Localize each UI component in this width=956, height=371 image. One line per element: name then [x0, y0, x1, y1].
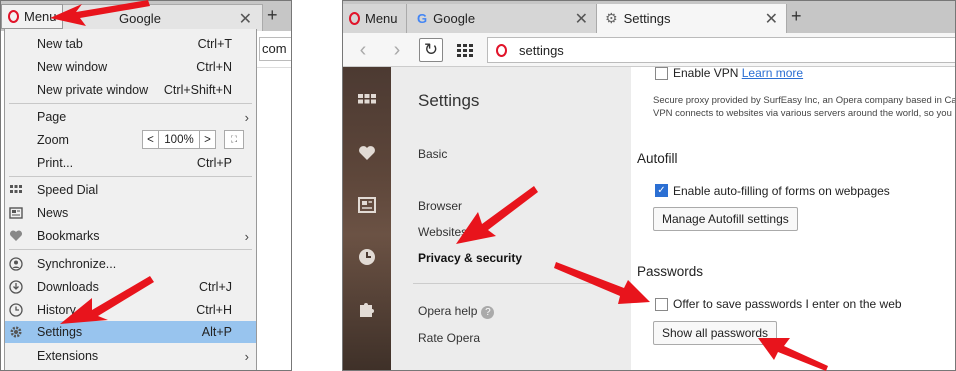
enable-vpn-label: Enable VPN Learn more: [673, 67, 804, 80]
zoom-in-button[interactable]: >: [199, 131, 215, 148]
autofill-checkbox[interactable]: ✓: [655, 184, 668, 197]
navigation-toolbar: ‹ › ↻ settings: [343, 33, 955, 67]
chevron-right-icon: ›: [244, 348, 249, 364]
right-tab-bar: Menu G Google ✕ ⚙ Settings ✕ +: [343, 1, 955, 33]
sync-user-icon: [9, 257, 23, 271]
new-tab-plus-icon[interactable]: +: [791, 6, 802, 27]
opera-menu-button[interactable]: Menu: [343, 4, 407, 33]
clock-icon: [9, 303, 23, 317]
tab-google-label: Google: [119, 11, 161, 26]
speed-dial-grid-icon[interactable]: [453, 38, 477, 62]
menu-item-zoom: Zoom < 100% > ⛶: [5, 129, 256, 151]
heart-icon[interactable]: [357, 143, 377, 163]
nav-divider: [413, 283, 609, 284]
menu-item-downloads[interactable]: Downloads Ctrl+J: [5, 276, 256, 298]
settings-navigation: Settings Basic Browser Websites Privacy …: [391, 67, 631, 370]
vpn-description-line-2: VPN connects to websites via various ser…: [653, 108, 952, 119]
settings-nav-rate-opera[interactable]: Rate Opera: [418, 331, 480, 345]
fullscreen-icon[interactable]: ⛶: [224, 130, 244, 149]
settings-nav-privacy-security[interactable]: Privacy & security: [418, 251, 522, 265]
close-icon[interactable]: ✕: [575, 9, 588, 29]
menu-item-synchronize[interactable]: Synchronize...: [5, 253, 256, 275]
manage-autofill-button[interactable]: Manage Autofill settings: [653, 207, 798, 231]
show-all-passwords-button[interactable]: Show all passwords: [653, 321, 778, 345]
offer-save-passwords-checkbox[interactable]: [655, 298, 668, 311]
opera-logo-icon: [349, 12, 360, 25]
menu-item-page[interactable]: Page ›: [5, 106, 256, 128]
reload-icon[interactable]: ↻: [419, 38, 443, 62]
menu-item-new-private-window[interactable]: New private window Ctrl+Shift+N: [5, 79, 256, 101]
menu-item-extensions[interactable]: Extensions ›: [5, 345, 256, 367]
back-arrow-icon[interactable]: ‹: [351, 38, 375, 62]
autofill-section-title: Autofill: [637, 151, 678, 166]
gear-icon: [10, 326, 22, 338]
opera-main-menu: New tab Ctrl+T New window Ctrl+N New pri…: [4, 29, 257, 370]
help-question-icon: ?: [481, 306, 495, 319]
autofill-checkbox-label: Enable auto-filling of forms on webpages: [673, 184, 890, 198]
close-icon[interactable]: ✕: [765, 9, 778, 29]
zoom-control: < 100% >: [142, 130, 216, 149]
news-icon: [9, 207, 23, 219]
address-text: settings: [519, 42, 564, 58]
extensions-puzzle-icon[interactable]: [357, 299, 377, 319]
opera-logo-icon: [496, 43, 507, 57]
close-icon[interactable]: ✕: [239, 9, 252, 29]
menu-item-new-window[interactable]: New window Ctrl+N: [5, 56, 256, 78]
speed-dial-icon[interactable]: [357, 91, 377, 111]
settings-nav-basic[interactable]: Basic: [418, 147, 447, 161]
settings-nav-opera-help[interactable]: Opera help?: [418, 304, 495, 319]
menu-item-history[interactable]: History Ctrl+H: [5, 299, 256, 321]
menu-item-new-tab[interactable]: New tab Ctrl+T: [5, 33, 256, 55]
google-logo-icon: G: [417, 11, 428, 26]
clock-icon[interactable]: [357, 247, 377, 267]
tab-settings[interactable]: ⚙ Settings ✕: [597, 4, 787, 33]
menu-separator: [9, 176, 252, 177]
menu-item-speed-dial[interactable]: Speed Dial: [5, 179, 256, 201]
opera-menu-button[interactable]: Menu: [1, 4, 63, 29]
menu-item-news[interactable]: News: [5, 202, 256, 224]
news-icon[interactable]: [357, 195, 377, 215]
speed-dial-icon: [10, 185, 22, 193]
left-tab-bar: Menu Google ✕ +: [1, 1, 291, 31]
enable-vpn-checkbox[interactable]: [655, 67, 668, 80]
download-icon: [9, 280, 23, 294]
gear-icon: ⚙: [605, 10, 618, 26]
menu-separator: [9, 103, 252, 104]
new-tab-plus-icon[interactable]: +: [267, 5, 278, 26]
menu-item-bookmarks[interactable]: Bookmarks ›: [5, 225, 256, 247]
settings-nav-websites[interactable]: Websites: [418, 225, 467, 239]
sidebar-rail: [343, 67, 391, 370]
menu-item-print[interactable]: Print... Ctrl+P: [5, 152, 256, 174]
tab-google[interactable]: Google ✕: [63, 4, 263, 31]
zoom-level: 100%: [164, 133, 194, 146]
chevron-right-icon: ›: [244, 109, 249, 125]
passwords-section-title: Passwords: [637, 264, 704, 279]
settings-content: Enable VPN Learn more Secure proxy provi…: [631, 67, 956, 370]
forward-arrow-icon[interactable]: ›: [385, 38, 409, 62]
left-browser-window: Menu Google ✕ + com New tab Ctrl+T New w…: [0, 0, 292, 371]
vpn-description-line-1: Secure proxy provided by SurfEasy Inc, a…: [653, 95, 956, 106]
zoom-out-button[interactable]: <: [143, 131, 159, 148]
learn-more-link[interactable]: Learn more: [742, 67, 803, 80]
settings-nav-browser[interactable]: Browser: [418, 199, 462, 213]
heart-icon: [9, 230, 23, 241]
menu-separator: [9, 249, 252, 250]
background-address-bar: com: [259, 37, 291, 61]
chevron-right-icon: ›: [244, 228, 249, 244]
offer-save-passwords-label: Offer to save passwords I enter on the w…: [673, 297, 902, 311]
right-browser-window: Menu G Google ✕ ⚙ Settings ✕ + ‹ › ↻ set…: [342, 0, 956, 371]
address-bar[interactable]: settings: [487, 37, 955, 63]
menu-button-label: Menu: [24, 9, 57, 24]
menu-item-settings[interactable]: Settings Alt+P: [5, 321, 256, 343]
opera-logo-icon: [8, 10, 19, 23]
tab-google[interactable]: G Google ✕: [407, 4, 597, 33]
settings-page-title: Settings: [418, 91, 480, 110]
